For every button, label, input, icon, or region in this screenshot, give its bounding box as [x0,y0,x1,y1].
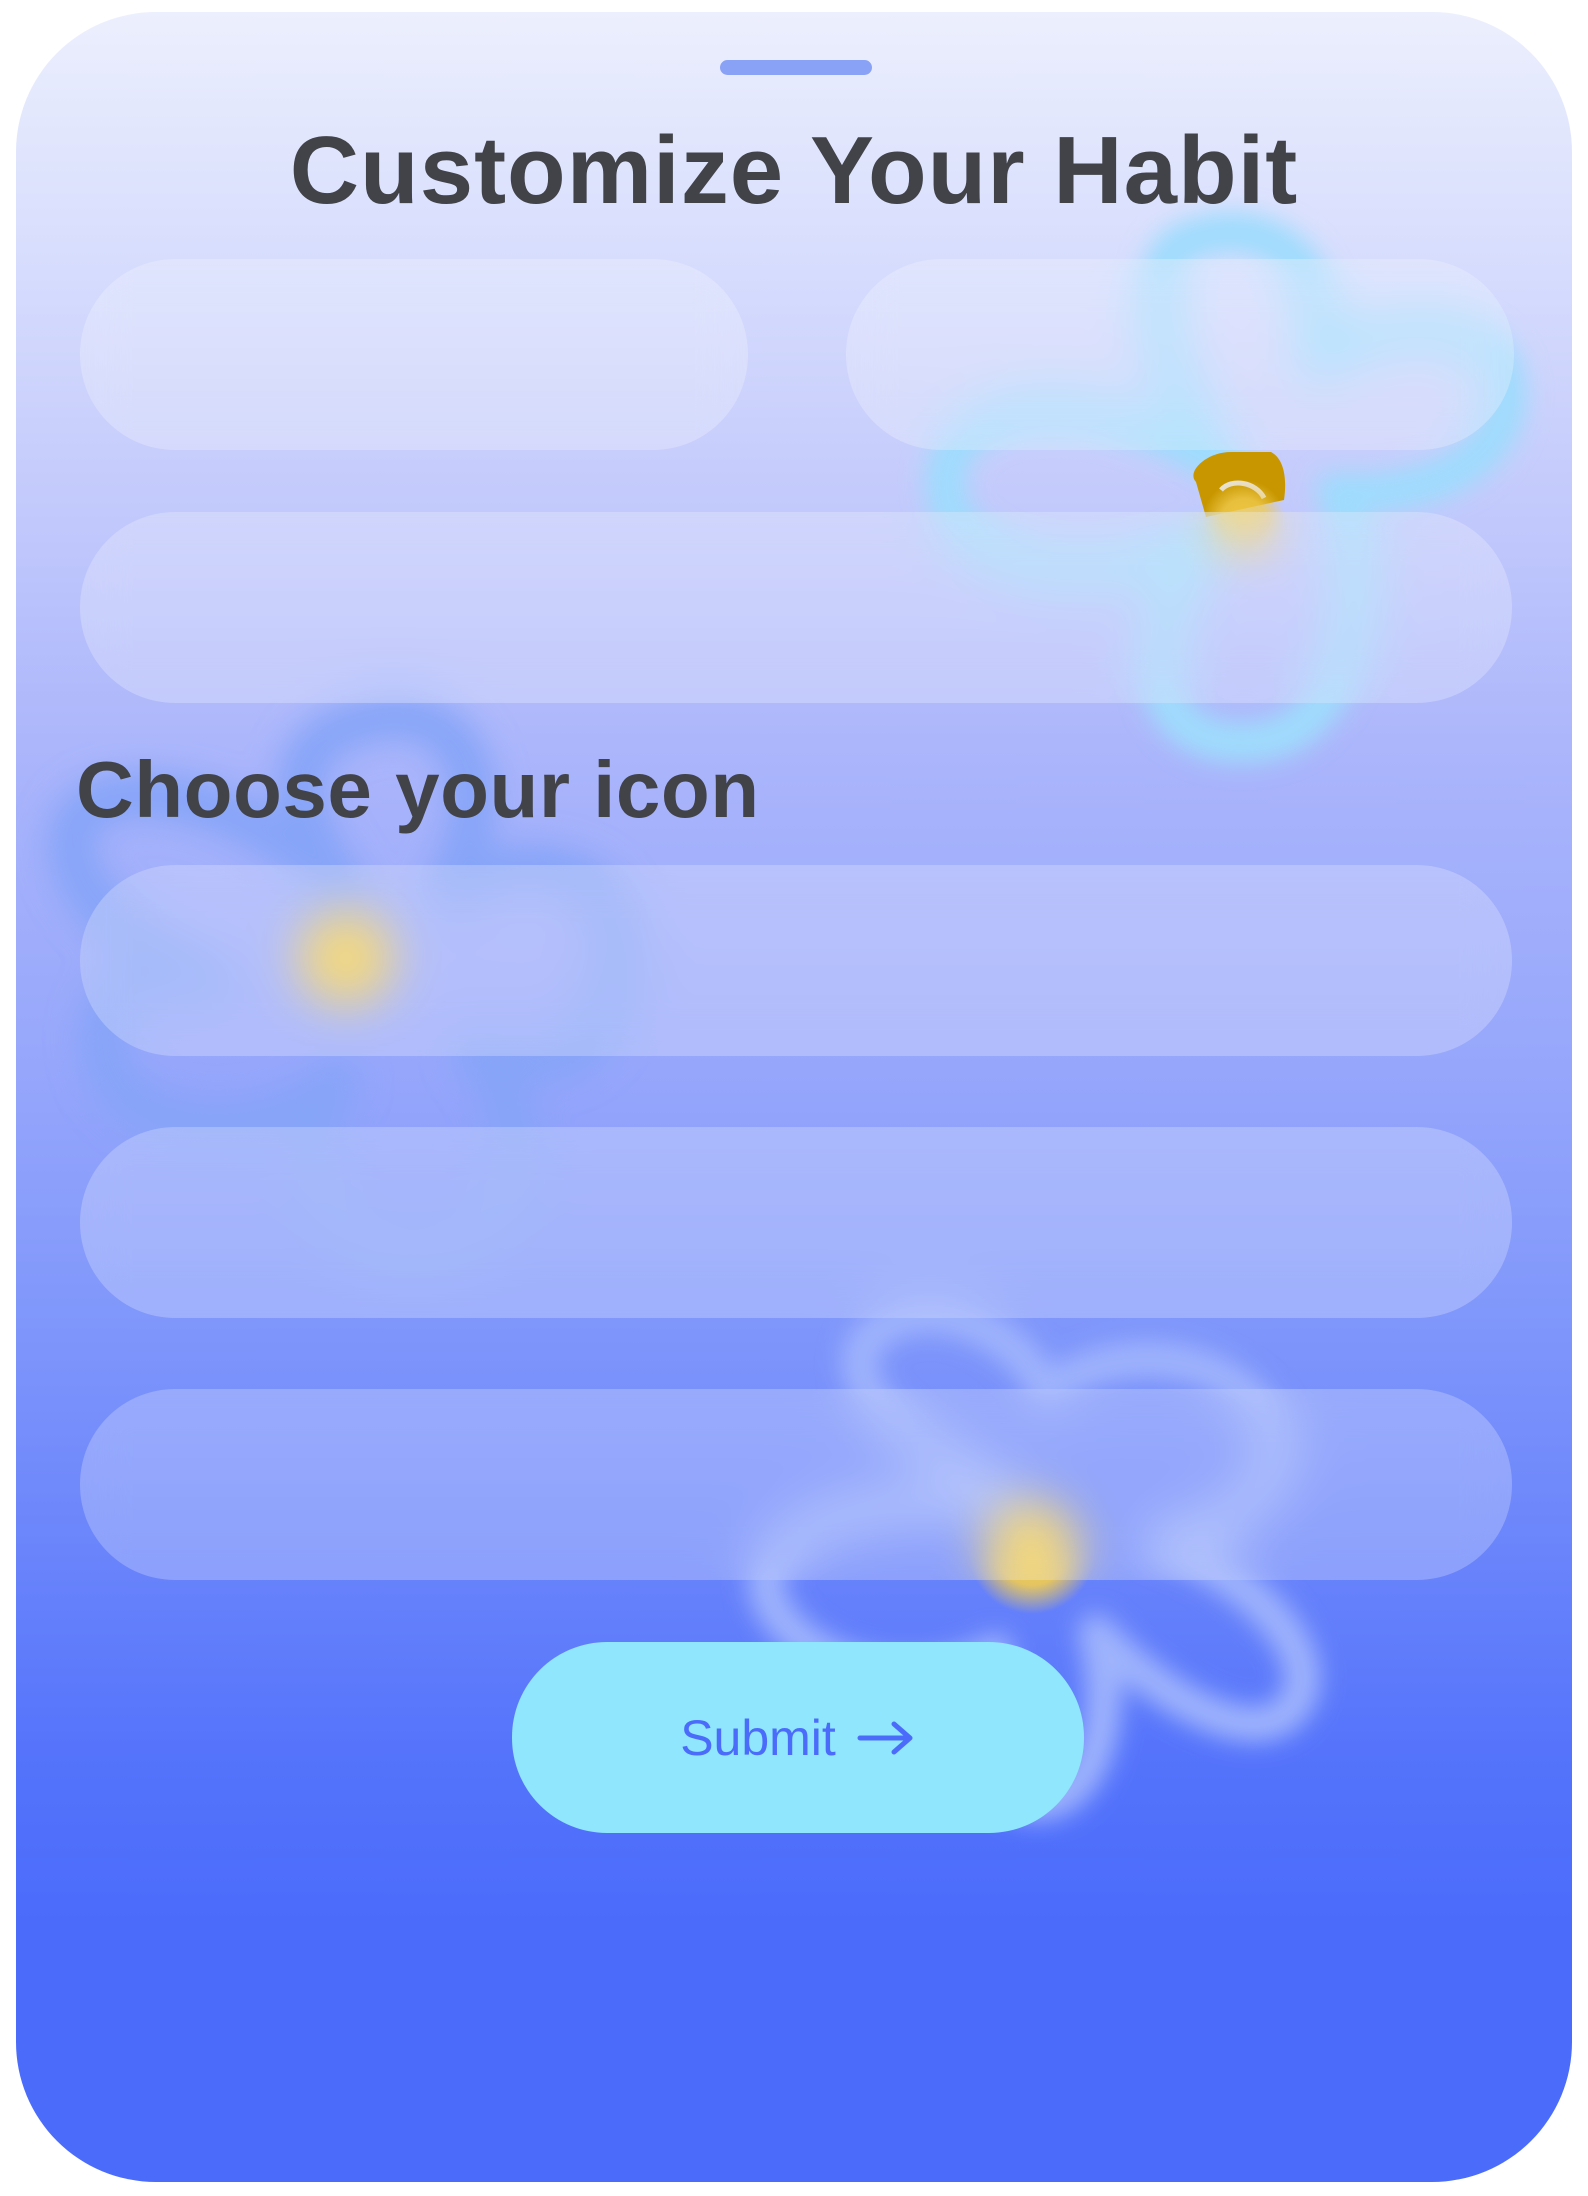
submit-label: Submit [680,1709,836,1766]
icon-section-heading: Choose your icon [76,745,760,834]
drag-handle[interactable] [720,60,872,75]
icon-option[interactable] [80,1389,1512,1580]
habit-category-field[interactable] [846,259,1514,450]
page-title: Customize Your Habit [289,117,1299,224]
icon-option[interactable] [80,865,1512,1056]
submit-button[interactable]: Submit [512,1642,1084,1833]
habit-description-field[interactable] [80,512,1512,703]
arrow-right-icon [856,1718,916,1758]
habit-name-field[interactable] [80,259,748,450]
icon-option[interactable] [80,1127,1512,1318]
habit-sheet: Customize Your Habit Choose your icon Su… [16,12,1572,2182]
